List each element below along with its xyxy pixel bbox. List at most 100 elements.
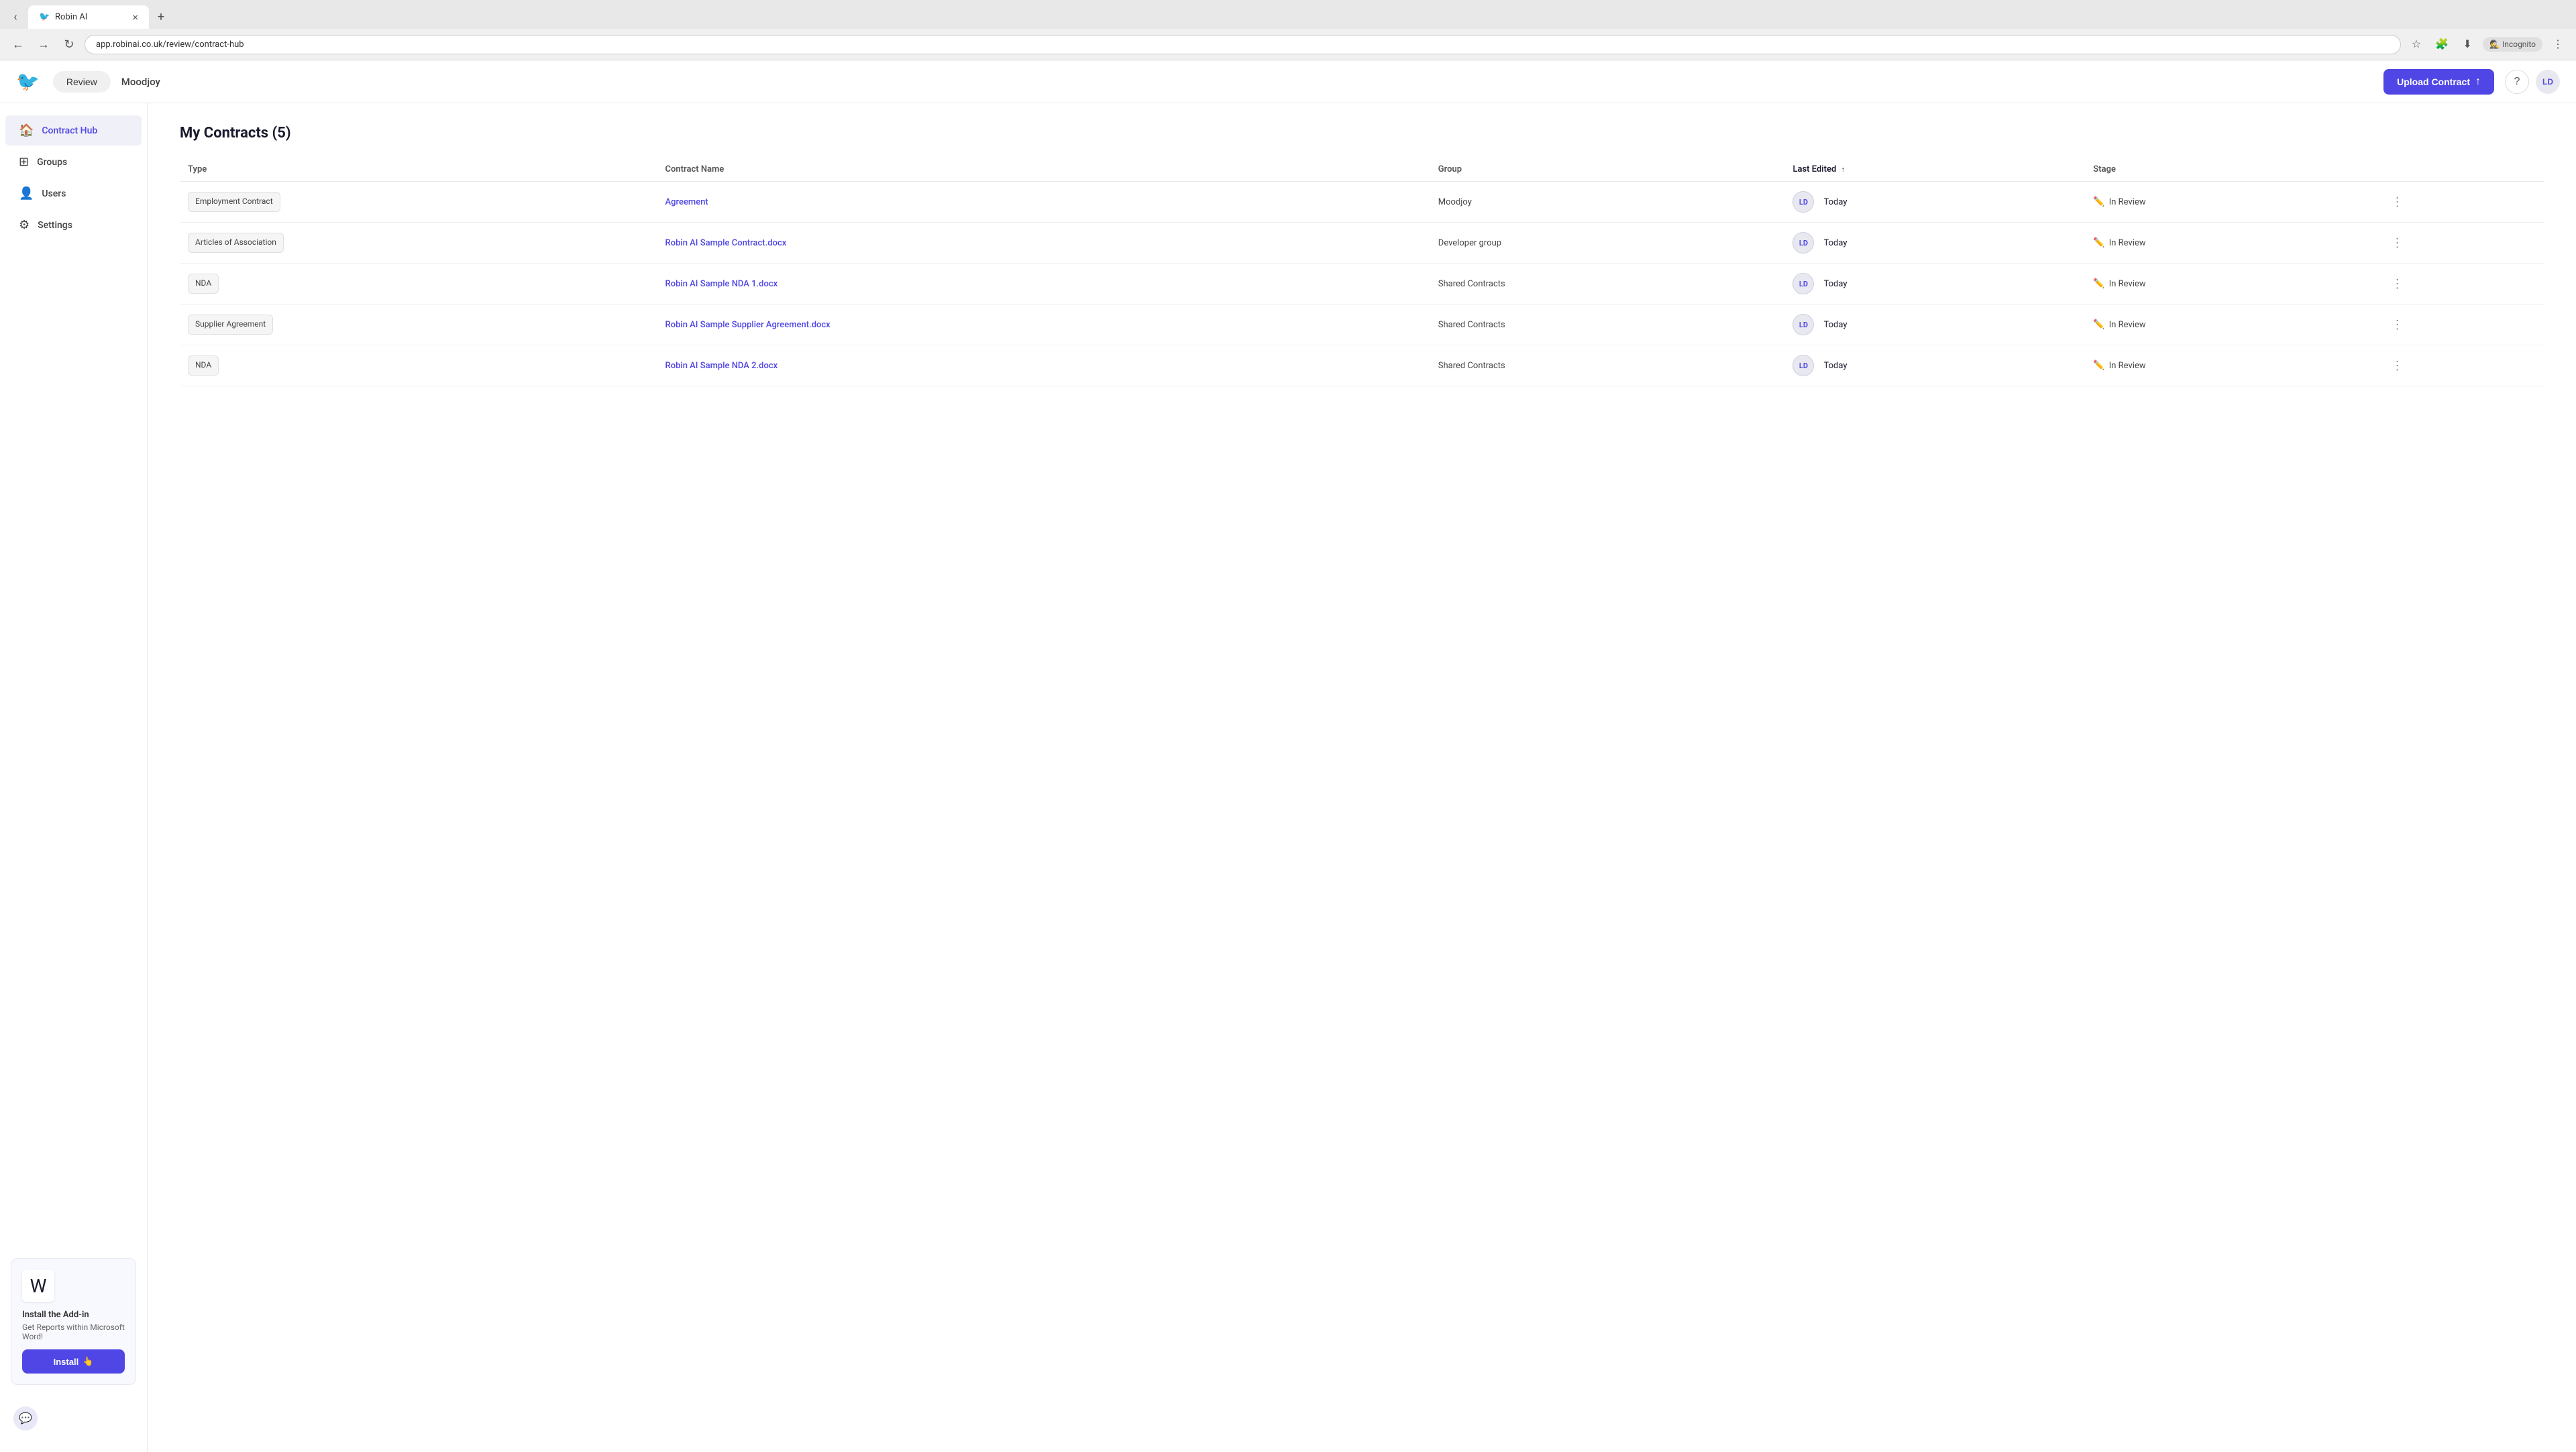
cell-more-0: ⋮	[2378, 182, 2544, 223]
upload-contract-button[interactable]: Upload Contract ↑	[2383, 69, 2494, 95]
group-text-0: Moodjoy	[1438, 197, 1472, 207]
more-button-3[interactable]: ⋮	[2386, 315, 2409, 335]
cell-last-edited-1: LD Today	[1784, 223, 2085, 264]
sort-arrow-icon: ↑	[1841, 165, 1845, 174]
tab-bar: ‹ 🐦 Robin AI × +	[0, 0, 2576, 29]
cell-stage-2: ✏️ In Review	[2085, 264, 2377, 304]
contract-link-1[interactable]: Robin AI Sample Contract.docx	[665, 238, 787, 248]
cell-last-edited-2: LD Today	[1784, 264, 2085, 304]
stage-label-3: In Review	[2109, 320, 2146, 330]
stage-label-4: In Review	[2109, 361, 2146, 371]
bookmark-button[interactable]: ☆	[2406, 34, 2426, 54]
group-text-4: Shared Contracts	[1438, 361, 1505, 371]
sidebar-item-settings[interactable]: ⚙ Settings	[5, 210, 142, 240]
edit-icon-0: ✏️	[2093, 197, 2104, 207]
cell-group-2: Shared Contracts	[1430, 264, 1785, 304]
reload-button[interactable]: ↻	[59, 34, 79, 54]
avatar-0: LD	[1792, 191, 1814, 213]
page-title: My Contracts (5)	[180, 125, 2544, 142]
contract-link-0[interactable]: Agreement	[665, 197, 708, 207]
avatar-4: LD	[1792, 355, 1814, 376]
cell-name-0: Agreement	[657, 182, 1430, 223]
contract-link-2[interactable]: Robin AI Sample NDA 1.docx	[665, 279, 778, 289]
sidebar-bottom: 💬	[0, 1396, 147, 1441]
cell-group-0: Moodjoy	[1430, 182, 1785, 223]
users-icon: 👤	[19, 186, 34, 201]
forward-button[interactable]: →	[34, 34, 54, 54]
last-edited-date-2: Today	[1823, 279, 1847, 289]
nav-bar: ← → ↻ app.robinai.co.uk/review/contract-…	[0, 29, 2576, 60]
incognito-badge: 🕵 Incognito	[2483, 37, 2542, 52]
avatar-initials: LD	[2542, 77, 2553, 87]
table-row: Articles of Association Robin AI Sample …	[180, 223, 2544, 264]
more-button-0[interactable]: ⋮	[2386, 192, 2409, 212]
review-button[interactable]: Review	[53, 71, 111, 93]
cell-type-1: Articles of Association	[180, 223, 657, 264]
stage-label-1: In Review	[2109, 238, 2146, 248]
cell-group-3: Shared Contracts	[1430, 304, 1785, 345]
addon-description: Get Reports within Microsoft Word!	[22, 1323, 125, 1341]
sidebar-item-groups-label: Groups	[37, 157, 67, 168]
contract-link-4[interactable]: Robin AI Sample NDA 2.docx	[665, 361, 778, 371]
download-button[interactable]: ⬇	[2457, 34, 2477, 54]
type-badge-4: NDA	[188, 355, 219, 376]
sidebar-item-contract-hub[interactable]: 🏠 Contract Hub	[5, 115, 142, 146]
table-row: NDA Robin AI Sample NDA 1.docx Shared Co…	[180, 264, 2544, 304]
install-label: Install	[54, 1357, 79, 1367]
col-group: Group	[1430, 158, 1785, 182]
addon-title: Install the Add-in	[22, 1310, 125, 1320]
contracts-tbody: Employment Contract Agreement Moodjoy LD…	[180, 182, 2544, 386]
cell-name-4: Robin AI Sample NDA 2.docx	[657, 345, 1430, 386]
cell-name-1: Robin AI Sample Contract.docx	[657, 223, 1430, 264]
menu-button[interactable]: ⋮	[2548, 34, 2568, 54]
install-addon-button[interactable]: Install 👆	[22, 1349, 125, 1374]
group-text-3: Shared Contracts	[1438, 320, 1505, 330]
extensions-button[interactable]: 🧩	[2432, 34, 2452, 54]
home-icon: 🏠	[19, 123, 34, 137]
cell-more-2: ⋮	[2378, 264, 2544, 304]
cell-group-4: Shared Contracts	[1430, 345, 1785, 386]
nav-actions: ☆ 🧩 ⬇ 🕵 Incognito ⋮	[2406, 34, 2568, 54]
user-avatar-button[interactable]: LD	[2536, 70, 2560, 94]
address-bar[interactable]: app.robinai.co.uk/review/contract-hub	[85, 35, 2401, 54]
sidebar-item-settings-label: Settings	[38, 220, 72, 231]
new-tab-button[interactable]: +	[152, 8, 170, 27]
col-last-edited[interactable]: Last Edited ↑	[1784, 158, 2085, 182]
sidebar-item-users[interactable]: 👤 Users	[5, 178, 142, 209]
table-header: Type Contract Name Group Last Edited ↑ S…	[180, 158, 2544, 182]
more-button-4[interactable]: ⋮	[2386, 356, 2409, 376]
cell-group-1: Developer group	[1430, 223, 1785, 264]
chat-bubble-button[interactable]: 💬	[13, 1406, 38, 1431]
sidebar-item-groups[interactable]: ⊞ Groups	[5, 147, 142, 177]
table-row: Employment Contract Agreement Moodjoy LD…	[180, 182, 2544, 223]
last-edited-date-0: Today	[1823, 197, 1847, 207]
cell-last-edited-0: LD Today	[1784, 182, 2085, 223]
cell-type-4: NDA	[180, 345, 657, 386]
avatar-1: LD	[1792, 232, 1814, 254]
more-button-1[interactable]: ⋮	[2386, 233, 2409, 253]
tab-back-icon[interactable]: ‹	[5, 7, 25, 27]
settings-icon: ⚙	[19, 218, 30, 232]
browser-chrome: ‹ 🐦 Robin AI × + ← → ↻ app.robinai.co.uk…	[0, 0, 2576, 60]
back-button[interactable]: ←	[8, 34, 28, 54]
edit-icon-3: ✏️	[2093, 319, 2104, 330]
table-row: NDA Robin AI Sample NDA 2.docx Shared Co…	[180, 345, 2544, 386]
cell-type-3: Supplier Agreement	[180, 304, 657, 345]
type-badge-3: Supplier Agreement	[188, 315, 273, 335]
app-logo: 🐦	[16, 70, 40, 93]
more-button-2[interactable]: ⋮	[2386, 274, 2409, 294]
cell-name-3: Robin AI Sample Supplier Agreement.docx	[657, 304, 1430, 345]
col-type: Type	[180, 158, 657, 182]
col-contract-name: Contract Name	[657, 158, 1430, 182]
browser-tab[interactable]: 🐦 Robin AI ×	[28, 5, 149, 29]
app-body: 🏠 Contract Hub ⊞ Groups 👤 Users ⚙ Settin…	[0, 103, 2576, 1452]
word-addin-panel: W Install the Add-in Get Reports within …	[11, 1258, 136, 1385]
help-button[interactable]: ?	[2505, 70, 2529, 94]
cell-last-edited-4: LD Today	[1784, 345, 2085, 386]
type-badge-0: Employment Contract	[188, 192, 280, 212]
contract-link-3[interactable]: Robin AI Sample Supplier Agreement.docx	[665, 320, 830, 330]
table-row: Supplier Agreement Robin AI Sample Suppl…	[180, 304, 2544, 345]
tab-close-button[interactable]: ×	[132, 11, 138, 23]
cell-stage-4: ✏️ In Review	[2085, 345, 2377, 386]
contracts-table: Type Contract Name Group Last Edited ↑ S…	[180, 158, 2544, 386]
